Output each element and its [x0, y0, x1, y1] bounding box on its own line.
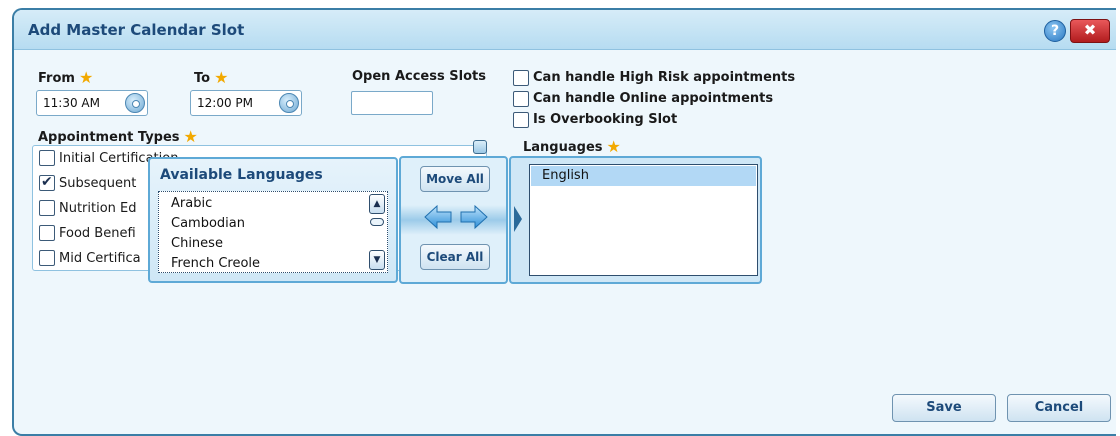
from-time-field[interactable]: 11:30 AM	[36, 90, 148, 116]
cancel-button[interactable]: Cancel	[1007, 394, 1111, 422]
online-label: Can handle Online appointments	[533, 91, 774, 106]
required-star-icon: ★	[606, 137, 621, 156]
from-time-value: 11:30 AM	[43, 96, 100, 110]
overbooking-checkbox[interactable]	[513, 111, 529, 128]
open-access-slots-label: Open Access Slots	[352, 69, 486, 84]
scroll-down-icon[interactable]: ▼	[369, 250, 385, 270]
selected-language-item[interactable]: English	[542, 168, 589, 183]
dialog-titlebar: Add Master Calendar Slot ? ✖	[14, 10, 1116, 50]
available-languages-title: Available Languages	[160, 167, 323, 183]
selected-languages-list[interactable]: English	[529, 164, 758, 276]
transfer-panel: Move All Clear All	[399, 156, 508, 284]
required-star-icon: ★	[183, 127, 198, 146]
appointment-type-label: Mid Certifica	[59, 250, 141, 266]
clock-icon[interactable]	[279, 93, 299, 113]
high-risk-option[interactable]: Can handle High Risk appointments	[513, 67, 796, 86]
add-master-calendar-slot-dialog: Add Master Calendar Slot ? ✖ From ★ 11:30…	[12, 8, 1116, 436]
from-label: From	[38, 71, 75, 86]
clear-all-button[interactable]: Clear All	[420, 244, 490, 270]
appointment-type-checkbox[interactable]	[39, 225, 55, 241]
languages-label: Languages	[523, 140, 603, 155]
appointment-types-scroll-handle[interactable]	[473, 140, 487, 154]
scroll-thumb[interactable]	[370, 218, 384, 226]
appointment-types-label: Appointment Types	[38, 130, 180, 145]
high-risk-checkbox[interactable]	[513, 69, 529, 86]
appointment-type-checkbox[interactable]	[39, 174, 55, 191]
appointment-types-label-group: Appointment Types ★	[38, 127, 198, 146]
overbooking-label: Is Overbooking Slot	[533, 112, 678, 127]
chevron-right-icon	[514, 206, 522, 232]
languages-panel: English	[509, 156, 762, 284]
appointment-type-item[interactable]: Food Benefi	[39, 225, 136, 241]
left-right-arrows-icon[interactable]	[423, 204, 489, 230]
languages-label-group: Languages ★	[523, 137, 621, 156]
high-risk-label: Can handle High Risk appointments	[533, 70, 796, 85]
to-label: To	[194, 71, 211, 86]
available-languages-panel: Available Languages Arabic Cambodian Chi…	[148, 157, 398, 283]
open-access-slots-input[interactable]	[351, 91, 433, 115]
appointment-type-label: Subsequent	[59, 175, 137, 191]
scroll-up-icon[interactable]: ▲	[369, 194, 385, 214]
appointment-type-label: Nutrition Ed	[59, 200, 137, 216]
available-languages-list[interactable]: Arabic Cambodian Chinese French Creole ▲…	[158, 191, 388, 273]
language-option[interactable]: Cambodian	[171, 216, 245, 231]
dialog-title: Add Master Calendar Slot	[28, 21, 245, 39]
language-option[interactable]: Chinese	[171, 236, 223, 251]
required-star-icon: ★	[78, 68, 94, 87]
close-icon[interactable]: ✖	[1070, 19, 1110, 43]
help-icon[interactable]: ?	[1044, 20, 1066, 42]
appointment-type-item[interactable]: Nutrition Ed	[39, 200, 137, 216]
save-button[interactable]: Save	[892, 394, 996, 422]
from-label-group: From ★	[38, 68, 93, 87]
language-option[interactable]: French Creole	[171, 256, 260, 271]
to-label-group: To ★	[194, 68, 228, 87]
available-languages-scrollbar[interactable]: ▲ ▼	[369, 194, 385, 270]
required-star-icon: ★	[214, 68, 229, 87]
appointment-type-checkbox[interactable]	[39, 150, 55, 166]
appointment-type-checkbox[interactable]	[39, 250, 55, 266]
online-option[interactable]: Can handle Online appointments	[513, 88, 774, 107]
to-time-field[interactable]: 12:00 PM	[190, 90, 302, 116]
clock-icon[interactable]	[125, 93, 145, 113]
online-checkbox[interactable]	[513, 90, 529, 107]
language-option[interactable]: Arabic	[171, 196, 212, 211]
appointment-type-item[interactable]: Subsequent	[39, 174, 137, 191]
appointment-type-checkbox[interactable]	[39, 200, 55, 216]
move-all-button[interactable]: Move All	[420, 166, 490, 192]
appointment-type-item[interactable]: Mid Certifica	[39, 250, 141, 266]
to-time-value: 12:00 PM	[197, 96, 253, 110]
overbooking-option[interactable]: Is Overbooking Slot	[513, 109, 678, 128]
appointment-type-label: Food Benefi	[59, 225, 136, 241]
